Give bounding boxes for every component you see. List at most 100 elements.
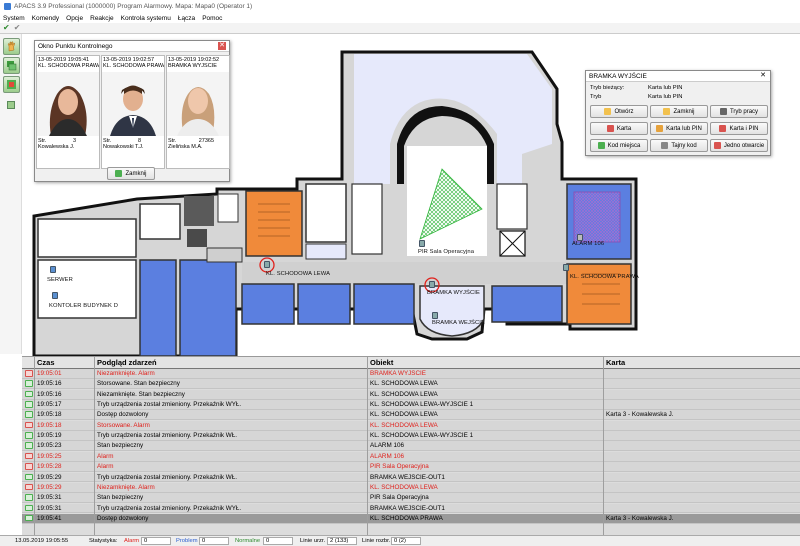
pir-sensor-icon[interactable] — [419, 240, 425, 247]
table-row[interactable]: 19:05:41 Dostęp dozwolony KL. SCHODOWA PRA… — [22, 513, 800, 524]
checkpoint-cell-3[interactable]: 13-05-2019 19:02:52 BRAMKA WYJŚCIE Str. 2… — [166, 55, 230, 169]
menu-system[interactable]: System — [3, 15, 25, 22]
acknowledge-all-icon[interactable]: ✔ — [14, 24, 21, 32]
table-row[interactable]: 19:05:31 Stan bezpieczny PIR Sala Operacyj… — [22, 493, 800, 504]
table-row[interactable]: 19:05:28 Alarm PIR Sala Operacyjna — [22, 462, 800, 473]
label-kontroler: KONTOLER BUDYNEK D — [49, 303, 119, 309]
gate-close-icon[interactable]: ✕ — [759, 72, 767, 80]
table-row[interactable]: 19:05:29 Tryb urządzenia został zmieniony… — [22, 472, 800, 483]
status-normal-box: 0 — [263, 537, 293, 545]
status-problem-value: 0 — [202, 538, 206, 544]
row-time: 19:05:18 — [37, 421, 62, 429]
row-event: Storsowane. Alarm — [97, 421, 150, 429]
work-mode-button[interactable]: Tryb pracy — [710, 105, 768, 118]
secret-code-button[interactable]: Tajny kod — [650, 139, 708, 152]
door-device-kl-prawa-icon[interactable] — [563, 264, 569, 271]
alarm106-sensor-icon[interactable] — [577, 234, 583, 241]
checkpoint-title: Okno Punktu Kontrolnego — [38, 42, 113, 50]
col-karta[interactable]: Karta — [606, 358, 625, 367]
status-lines-ext-label: Linie rozbr. — [362, 538, 391, 544]
ok-status-icon — [25, 514, 33, 522]
ok-status-icon — [25, 494, 33, 501]
person-photo — [37, 72, 99, 136]
door-device-bramka-wyjscie-icon[interactable] — [429, 281, 435, 288]
status-problem-box: 0 — [199, 537, 229, 545]
acknowledge-icon[interactable]: ✔ — [3, 24, 10, 32]
ok-status-icon — [25, 473, 33, 480]
menu-pomoc[interactable]: Pomoc — [202, 15, 222, 22]
card-and-pin-button[interactable]: Karta i PIN — [710, 122, 768, 135]
table-row[interactable]: 19:05:29 Niezamknięte. Alarm KL. SCHODOWA … — [22, 482, 800, 493]
close-button[interactable]: Zamknij — [650, 105, 708, 118]
menu-kontrola-systemu[interactable]: Kontrola systemu — [121, 15, 171, 22]
status-lines-devices-label: Linie urzr. — [300, 538, 326, 544]
ok-status-icon — [25, 442, 33, 449]
row-event: Storsowane. Stan bezpieczny — [97, 380, 180, 388]
secret-code-icon — [661, 142, 669, 149]
col-czas[interactable]: Czas — [37, 358, 55, 367]
table-row[interactable]: 19:05:17 Tryb urządzenia został zmieniony… — [22, 400, 800, 410]
table-row[interactable]: 19:05:01 Niezamknięte. Alarm BRAMKA WYJŚCI… — [22, 369, 800, 379]
label-bramka-wyjscie: BRAMKA WYJŚCIE — [427, 290, 480, 296]
menu-komendy[interactable]: Komendy — [32, 15, 59, 22]
ok-status-icon — [25, 390, 33, 398]
zone-tool-icon[interactable] — [3, 76, 20, 93]
col-obiekt[interactable]: Obiekt — [370, 358, 393, 367]
cell-gate: BRAMKA WYJŚCIE — [168, 63, 217, 69]
door-device-bramka-wejscie-icon[interactable] — [432, 312, 438, 319]
menu-opcje[interactable]: Opcje — [66, 15, 83, 22]
row-time: 19:05:28 — [37, 463, 62, 471]
row-event: Niezamknięte. Alarm — [97, 483, 155, 491]
gate-mode-current-label: Tryb bieżący: — [590, 85, 625, 91]
checkpoint-cell-1[interactable]: 13-05-2019 19:05:41 KL. SCHODOWA PRAWA S… — [36, 55, 100, 169]
table-row[interactable]: 19:05:16 Niezamknięte. Stan bezpieczny KL.… — [22, 389, 800, 400]
open-button[interactable]: Otwórz — [590, 105, 648, 118]
card-or-pin-button[interactable]: Karta lub PIN — [650, 122, 708, 135]
app-logo-icon — [4, 3, 11, 10]
alarm-status-icon — [25, 370, 33, 377]
row-event: Tryb urządzenia został zmieniony. Przeka… — [97, 432, 237, 440]
table-row[interactable]: 19:05:23 Stan bezpieczny ALARM 106 — [22, 441, 800, 452]
row-event: Stan bezpieczny — [97, 494, 144, 502]
table-row[interactable]: 19:05:18 Dostęp dozwolony KL. SCHODOWA LEW… — [22, 410, 800, 421]
table-row[interactable]: 19:05:19 Tryb urządzenia został zmieniony… — [22, 431, 800, 441]
secret-code-button-label: Tajny kod — [671, 142, 697, 149]
checkpoint-cell-2[interactable]: 13-05-2019 19:02:57 KL. SCHODOWA PRAWA S… — [101, 55, 165, 169]
checkpoint-close-label: Zamknij — [125, 170, 147, 177]
row-event: Niezamknięte. Alarm — [97, 370, 155, 377]
menu-reakcje[interactable]: Reakcje — [90, 15, 113, 22]
table-row[interactable]: 19:05:16 Storsowane. Stan bezpieczny KL. S… — [22, 379, 800, 390]
status-stats-label: Statystyka: — [89, 538, 118, 544]
checkpoint-close-icon[interactable]: ✕ — [218, 42, 226, 50]
row-event: Stan bezpieczny — [97, 442, 144, 450]
hand-tool-icon[interactable] — [3, 38, 20, 55]
event-log-table: Czas Podgląd zdarzeń Obiekt Karta 19:05:… — [22, 356, 800, 535]
alarm-status-icon — [25, 463, 33, 470]
card-mode-button[interactable]: Karta — [590, 122, 648, 135]
cell-timestamp: 13-05-2019 19:02:57 — [103, 57, 155, 63]
row-event: Tryb urządzenia został zmieniony. Przeka… — [97, 401, 242, 409]
server-icon[interactable] — [50, 266, 56, 273]
row-object: KL. SCHODOWA PRAWA — [370, 514, 443, 522]
checkpoint-close-button[interactable]: Zamknij — [107, 167, 155, 180]
row-time: 19:05:17 — [37, 401, 62, 409]
table-row[interactable]: 19:05:31 Tryb urządzenia został zmieniony… — [22, 503, 800, 514]
site-code-button[interactable]: Kod miejsca — [590, 139, 648, 152]
menu-lacza[interactable]: Łącza — [178, 15, 195, 22]
row-object: KL. SCHODOWA LEWA — [370, 483, 438, 491]
col-podglad-zdarzen[interactable]: Podgląd zdarzeń — [97, 358, 157, 367]
table-row[interactable]: 19:05:18 Storsowane. Alarm KL. SCHODOWA LE… — [22, 420, 800, 431]
map-layers-icon[interactable] — [3, 57, 20, 74]
single-open-button[interactable]: Jedno otwarcie — [710, 139, 768, 152]
row-object: KL. SCHODOWA LEWA — [370, 421, 438, 429]
status-lines-devices-value: 2 (133) — [330, 538, 349, 544]
table-row[interactable]: 19:05:25 Alarm ALARM 106 — [22, 451, 800, 462]
gate-mode-current-value: Karta lub PIN — [648, 85, 683, 91]
label-kl-schodowa-prawa: KL. SCHODOWA PRAWA — [570, 274, 639, 280]
cell-timestamp: 13-05-2019 19:05:41 — [38, 57, 90, 63]
small-tool-icon[interactable] — [7, 101, 15, 109]
door-device-kl-lewa-icon[interactable] — [264, 261, 270, 268]
row-time: 19:05:16 — [37, 380, 62, 388]
status-alarm-value: 0 — [144, 538, 148, 544]
controller-icon[interactable] — [52, 292, 58, 299]
